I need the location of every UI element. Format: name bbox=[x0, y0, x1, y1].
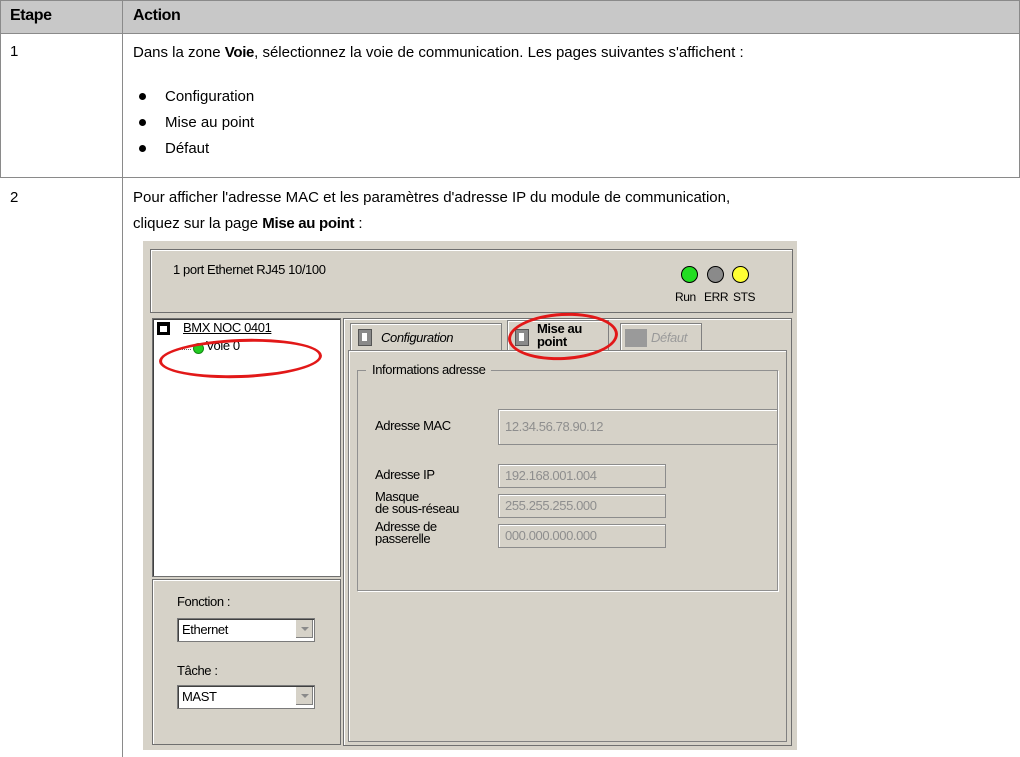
module-icon bbox=[157, 322, 170, 335]
step-2-line-1: Pour afficher l'adresse MAC et les param… bbox=[133, 189, 731, 206]
module-config-screenshot: 1 port Ethernet RJ45 10/100 Run ERR STS … bbox=[143, 241, 797, 750]
subnet-mask-value: 255.255.255.000 bbox=[505, 498, 597, 513]
table-left-border bbox=[0, 0, 1, 178]
column-divider bbox=[122, 0, 123, 757]
run-led-icon bbox=[681, 266, 698, 283]
gateway-value: 000.000.000.000 bbox=[505, 528, 597, 543]
ip-address-field: 192.168.001.004 bbox=[498, 464, 666, 488]
task-value: MAST bbox=[182, 689, 217, 704]
tab-defaut-label: Défaut bbox=[651, 330, 687, 345]
table-header-row: Etape Action bbox=[0, 0, 1020, 34]
function-panel: Fonction : Ethernet Tâche : MAST bbox=[152, 579, 341, 745]
mac-address-value: 12.34.56.78.90.12 bbox=[505, 419, 604, 434]
group-title: Informations adresse bbox=[366, 362, 492, 377]
tab-configuration[interactable]: Configuration bbox=[350, 323, 502, 350]
function-label: Fonction : bbox=[177, 594, 231, 609]
tab-content: Informations adresse Adresse MAC 12.34.5… bbox=[348, 350, 787, 742]
task-label: Tâche : bbox=[177, 663, 218, 678]
header-action: Action bbox=[133, 7, 181, 24]
list-item: Mise au point bbox=[139, 110, 254, 136]
err-led-label: ERR bbox=[704, 290, 729, 304]
configuration-tab-icon bbox=[358, 329, 372, 346]
instruction-table: Etape Action 1 Dans la zone Voie, sélect… bbox=[0, 0, 1020, 757]
tab-configuration-label: Configuration bbox=[381, 330, 454, 345]
step-1-text: Dans la zone Voie, sélectionnez la voie … bbox=[133, 44, 744, 61]
subnet-mask-label: Masque de sous-réseau bbox=[375, 489, 460, 516]
module-title: 1 port Ethernet RJ45 10/100 bbox=[173, 262, 326, 277]
row-divider bbox=[0, 177, 1020, 178]
step-number-2: 2 bbox=[10, 189, 19, 206]
mac-address-field: 12.34.56.78.90.12 bbox=[498, 409, 778, 445]
address-info-group: Informations adresse Adresse MAC 12.34.5… bbox=[357, 362, 778, 591]
chevron-down-icon[interactable] bbox=[295, 687, 313, 705]
task-select[interactable]: MAST bbox=[177, 685, 315, 709]
chevron-down-icon[interactable] bbox=[295, 620, 313, 638]
module-header-panel: 1 port Ethernet RJ45 10/100 Run ERR STS bbox=[150, 249, 793, 313]
err-led-icon bbox=[707, 266, 724, 283]
ip-address-label: Adresse IP bbox=[375, 467, 435, 482]
gateway-label: Adresse de passerelle bbox=[375, 519, 437, 546]
channel-panel: Configuration Mise au point Défaut Inform… bbox=[343, 318, 792, 746]
subnet-mask-field: 255.255.255.000 bbox=[498, 494, 666, 518]
list-item: Configuration bbox=[139, 84, 254, 110]
step-2-line-2: cliquez sur la page Mise au point : bbox=[133, 215, 363, 232]
table-top-border bbox=[0, 0, 1020, 1]
sts-led-label: STS bbox=[733, 290, 756, 304]
mac-address-label: Adresse MAC bbox=[375, 418, 451, 433]
list-item: Défaut bbox=[139, 136, 254, 162]
page-list: Configuration Mise au point Défaut bbox=[139, 84, 254, 162]
step-number-1: 1 bbox=[10, 43, 19, 60]
header-step: Etape bbox=[10, 7, 52, 24]
tree-module-name[interactable]: BMX NOC 0401 bbox=[183, 320, 272, 335]
function-select[interactable]: Ethernet bbox=[177, 618, 315, 642]
gateway-field: 000.000.000.000 bbox=[498, 524, 666, 548]
tab-defaut[interactable]: Défaut bbox=[620, 323, 702, 350]
fault-tab-icon bbox=[625, 329, 647, 347]
sts-led-icon bbox=[732, 266, 749, 283]
function-value: Ethernet bbox=[182, 622, 228, 637]
run-led-label: Run bbox=[675, 290, 696, 304]
ip-address-value: 192.168.001.004 bbox=[505, 468, 597, 483]
